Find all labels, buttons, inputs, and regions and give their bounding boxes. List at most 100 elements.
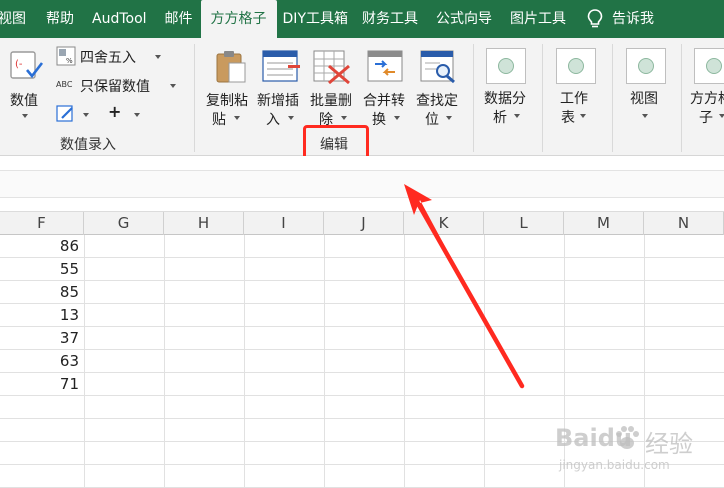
keep-value-dropdown-icon[interactable] (170, 84, 176, 88)
tab-mail[interactable]: 邮件 (157, 0, 203, 38)
tab-formula-wizard[interactable]: 公式向导 (428, 0, 502, 38)
value-dropdown-icon[interactable] (22, 114, 28, 118)
table-row[interactable]: 55 (0, 258, 724, 281)
data-analysis-icon[interactable] (486, 48, 526, 84)
ribbon-gap (0, 156, 724, 170)
abc-keep-value-icon: ABC (56, 76, 78, 96)
insert-icon[interactable] (262, 50, 302, 86)
insert-label-2[interactable]: 入 (266, 109, 280, 129)
round-button[interactable]: 四舍五入 (80, 47, 136, 67)
worksheet-icon[interactable] (556, 48, 596, 84)
table-row[interactable]: 63 (0, 350, 724, 373)
column-header-m[interactable]: M (564, 212, 644, 235)
copy-paste-dropdown-icon[interactable] (234, 116, 240, 120)
table-row[interactable]: 85 (0, 281, 724, 304)
pen-dropdown-icon[interactable] (83, 113, 89, 117)
edit-group-highlight (303, 125, 369, 160)
ribbon-tab-bar: 视图 帮助 AudTool 邮件 方方格子 DIY工具箱 财务工具 公式向导 图… (0, 0, 724, 38)
table-row[interactable]: 37 (0, 327, 724, 350)
find-locate-label-2[interactable]: 位 (425, 109, 439, 129)
svg-text:%: % (66, 57, 73, 65)
table-row[interactable]: 13 (0, 304, 724, 327)
view-label[interactable]: 视图 (630, 88, 658, 108)
lightbulb-icon[interactable] (582, 0, 608, 38)
data-analysis-label-2[interactable]: 析 (493, 107, 507, 127)
column-header-i[interactable]: I (244, 212, 324, 235)
round-dropdown-icon[interactable] (155, 55, 161, 59)
formula-bar[interactable] (0, 170, 724, 198)
copy-paste-icon[interactable] (214, 48, 248, 88)
merge-convert-label[interactable]: 合并转 (363, 90, 405, 110)
tab-finance-tools[interactable]: 财务工具 (358, 0, 428, 38)
tab-help[interactable]: 帮助 (36, 0, 84, 38)
cell-f[interactable]: 63 (0, 350, 83, 372)
plus-button[interactable]: + (108, 102, 121, 121)
group-separator (194, 44, 195, 152)
tab-audtool[interactable]: AudTool (84, 0, 157, 38)
column-header-f[interactable]: F (0, 212, 84, 235)
round-icon[interactable]: % (56, 46, 76, 70)
box-label[interactable]: 方方格 (690, 88, 724, 108)
watermark-url: jingyan.baidu.com (559, 458, 670, 472)
table-row[interactable]: 71 (0, 373, 724, 396)
table-row[interactable] (0, 396, 724, 419)
merge-convert-icon[interactable] (367, 50, 405, 86)
insert-label[interactable]: 新增插 (257, 90, 299, 110)
worksheet-dropdown-icon[interactable] (580, 114, 586, 118)
table-row[interactable]: 86 (0, 235, 724, 258)
keep-value-button[interactable]: 只保留数值 (80, 76, 150, 96)
svg-text:ABC: ABC (56, 80, 73, 89)
watermark-suffix: 经验 (645, 430, 693, 458)
insert-dropdown-icon[interactable] (288, 116, 294, 120)
column-header-n[interactable]: N (644, 212, 724, 235)
view-icon[interactable] (626, 48, 666, 84)
baidu-watermark: Baidu 经验 jingyan.baidu.com (553, 418, 721, 484)
watermark-brand: Baidu (555, 424, 632, 452)
column-header-h[interactable]: H (164, 212, 244, 235)
worksheet-label[interactable]: 工作 (560, 88, 588, 108)
tab-fangfanggezi[interactable]: 方方格子 (200, 0, 277, 38)
worksheet-label-2[interactable]: 表 (561, 107, 575, 127)
copy-paste-label[interactable]: 复制粘 (206, 90, 248, 110)
tab-diy-toolbox[interactable]: DIY工具箱 (281, 0, 358, 38)
group-separator (681, 44, 682, 152)
batch-delete-dropdown-icon[interactable] (341, 116, 347, 120)
box-icon[interactable] (694, 48, 724, 84)
batch-delete-label[interactable]: 批量删 (310, 90, 352, 110)
copy-paste-label-2[interactable]: 贴 (212, 109, 226, 129)
group-separator (542, 44, 543, 152)
find-locate-icon[interactable] (420, 50, 458, 88)
cell-f[interactable]: 85 (0, 281, 83, 303)
group-separator (612, 44, 613, 152)
column-header-l[interactable]: L (484, 212, 564, 235)
cell-f[interactable]: 13 (0, 304, 83, 326)
tab-picture-tools[interactable]: 图片工具 (502, 0, 576, 38)
numeric-value-icon[interactable]: (- (9, 48, 45, 88)
group-label-numeric: 数值录入 (60, 137, 116, 153)
merge-convert-dropdown-icon[interactable] (394, 116, 400, 120)
plus-dropdown-icon[interactable] (134, 113, 140, 117)
svg-text:(-: (- (15, 59, 23, 70)
column-header-g[interactable]: G (84, 212, 164, 235)
batch-delete-icon[interactable] (313, 50, 351, 88)
value-button-label[interactable]: 数值 (10, 90, 38, 110)
box-dropdown-icon[interactable] (719, 114, 724, 118)
cell-f[interactable]: 86 (0, 235, 83, 257)
merge-convert-label-2[interactable]: 换 (372, 109, 386, 129)
column-header-j[interactable]: J (324, 212, 404, 235)
data-analysis-dropdown-icon[interactable] (514, 114, 520, 118)
cell-f[interactable]: 55 (0, 258, 83, 280)
data-analysis-label[interactable]: 数据分 (484, 88, 526, 108)
find-locate-dropdown-icon[interactable] (446, 116, 452, 120)
box-label-2[interactable]: 子 (699, 107, 713, 127)
column-header-k[interactable]: K (404, 212, 484, 235)
view-dropdown-icon[interactable] (642, 114, 648, 118)
group-separator (473, 44, 474, 152)
column-headers: F G H I J K L M N (0, 211, 724, 235)
find-locate-label[interactable]: 查找定 (416, 90, 458, 110)
edit-pen-icon[interactable] (56, 104, 76, 128)
tell-me-search[interactable]: 告诉我 (608, 0, 664, 38)
tab-view[interactable]: 视图 (0, 0, 36, 38)
cell-f[interactable]: 37 (0, 327, 83, 349)
cell-f[interactable]: 71 (0, 373, 83, 395)
